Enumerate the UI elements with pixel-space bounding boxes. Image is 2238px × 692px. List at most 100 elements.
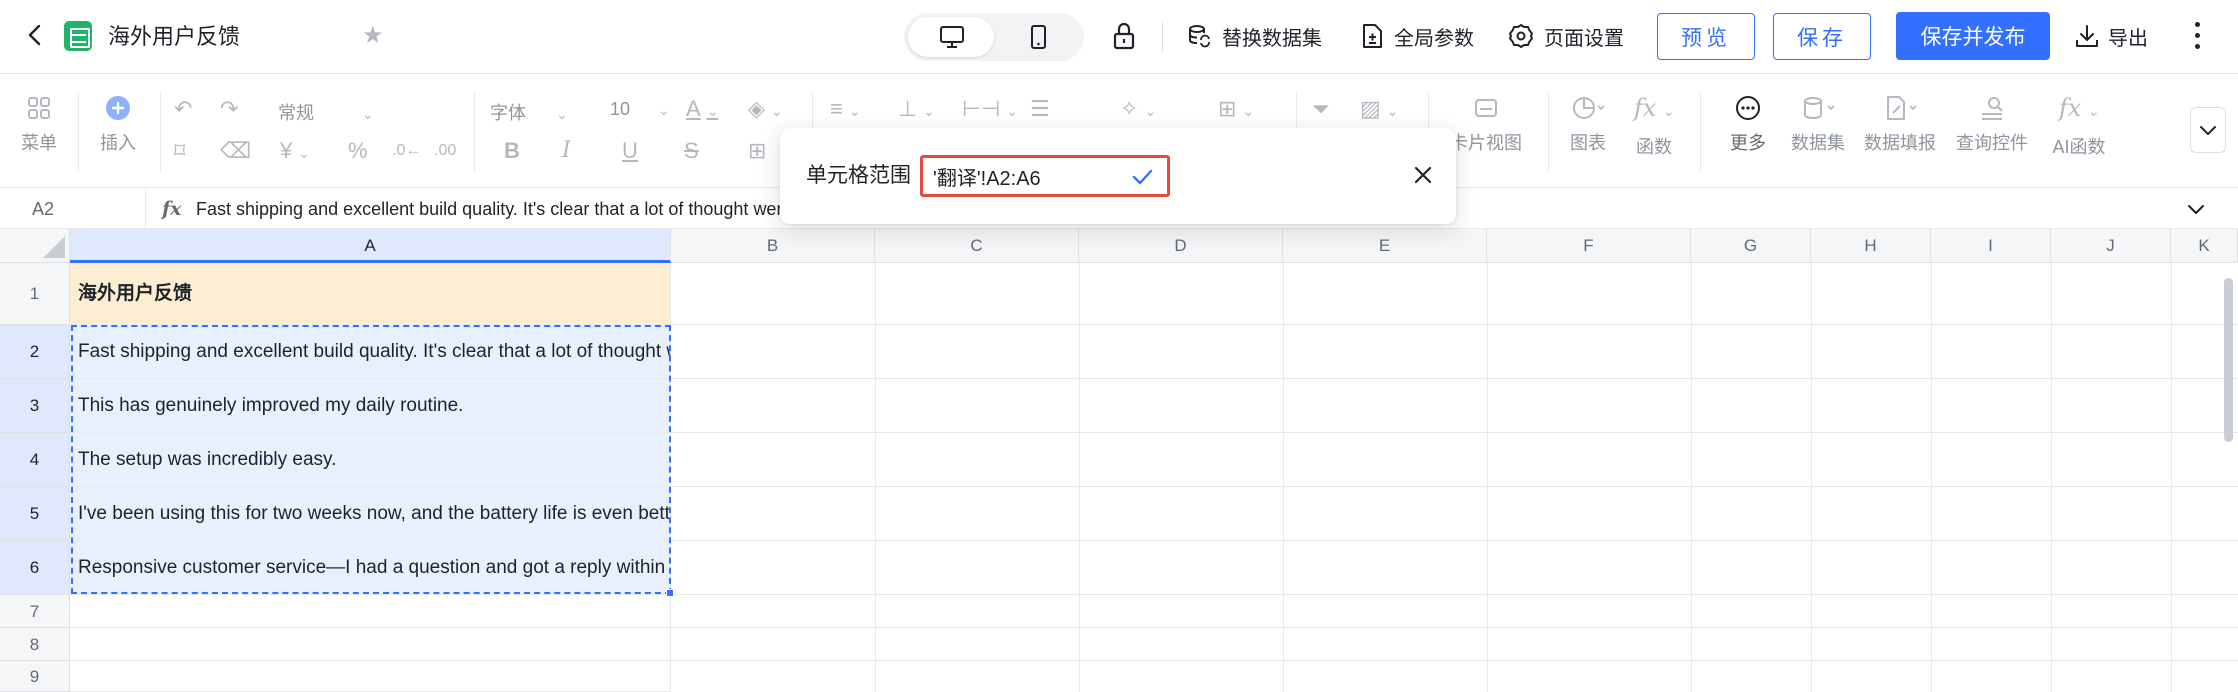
font-size-select[interactable]: 10 ⌄ bbox=[610, 99, 670, 120]
page-settings-button[interactable]: 页面设置 bbox=[1508, 18, 1624, 54]
bold-icon[interactable]: B bbox=[504, 137, 520, 165]
ribbon-divider bbox=[78, 93, 79, 171]
more-label: 更多 bbox=[1730, 133, 1766, 153]
ribbon-divider bbox=[160, 93, 161, 171]
desktop-icon bbox=[940, 26, 964, 48]
increase-decimal-icon[interactable]: .00 bbox=[434, 137, 456, 165]
align-middle-icon[interactable]: ⊥ ⌄ bbox=[898, 95, 935, 125]
spreadsheet-grid: A B C D E F G H I J K 1 2 3 4 5 6 7 8 9 … bbox=[0, 229, 2238, 692]
ai-function-button[interactable]: fx ⌄ AI函数 bbox=[2040, 95, 2118, 159]
align-left-icon[interactable]: ≡ ⌄ bbox=[830, 95, 861, 125]
chevron-down-icon[interactable] bbox=[2184, 197, 2208, 221]
chevron-down-icon: ⌄ bbox=[1006, 103, 1019, 119]
more-options-icon[interactable] bbox=[2186, 18, 2210, 54]
menu-button[interactable]: 菜单 bbox=[9, 95, 69, 155]
merge-cells-icon[interactable]: ⊢⊣ ⌄ bbox=[962, 95, 1018, 125]
filter-icon[interactable]: ⏷ bbox=[1312, 95, 1330, 123]
replace-dataset-label: 替换数据集 bbox=[1222, 27, 1322, 50]
format-painter-icon[interactable]: ⌑ bbox=[174, 137, 185, 165]
ribbon-divider bbox=[1548, 93, 1549, 171]
redo-icon[interactable]: ↷ bbox=[220, 95, 238, 123]
ribbon-collapse-button[interactable] bbox=[2190, 107, 2226, 153]
chevron-down-icon: ⌄ bbox=[770, 103, 783, 119]
eraser-icon[interactable]: ⌫ bbox=[220, 137, 251, 165]
chart-label: 图表 bbox=[1570, 133, 1606, 153]
cell-range-label: 单元格范围 bbox=[806, 164, 911, 187]
fill-handle[interactable] bbox=[666, 589, 674, 597]
chevron-down-icon: ⌄ bbox=[362, 106, 374, 122]
close-icon[interactable] bbox=[1410, 162, 1436, 188]
freeze-icon[interactable]: ▨ ⌄ bbox=[1360, 95, 1399, 125]
save-button[interactable]: 保存 bbox=[1773, 13, 1871, 60]
ai-function-label: AI函数 bbox=[2052, 137, 2106, 157]
lock-icon[interactable] bbox=[1106, 18, 1142, 54]
data-fill-icon bbox=[1887, 96, 1917, 120]
insert-label: 插入 bbox=[100, 133, 136, 153]
font-family-value: 字体 bbox=[490, 103, 526, 123]
query-control-icon bbox=[1982, 97, 2003, 120]
save-publish-button[interactable]: 保存并发布 bbox=[1896, 12, 2050, 60]
menu-label: 菜单 bbox=[21, 133, 57, 153]
page-settings-label: 页面设置 bbox=[1544, 27, 1624, 50]
cell-reference-box[interactable]: A2 bbox=[0, 189, 146, 229]
percent-icon[interactable]: % bbox=[348, 137, 368, 165]
insert-button[interactable]: 插入 bbox=[88, 95, 148, 155]
data-fill-button[interactable]: 数据填报 bbox=[1860, 95, 1940, 155]
chevron-down-icon: ⌄ bbox=[706, 103, 719, 119]
global-params-label: 全局参数 bbox=[1394, 27, 1474, 50]
border-icon[interactable]: ⊞ bbox=[748, 137, 766, 165]
font-family-select[interactable]: 字体 ⌄ bbox=[490, 99, 568, 125]
more-circle-icon bbox=[1736, 96, 1760, 120]
dataset-icon bbox=[1804, 97, 1835, 120]
device-toggle bbox=[904, 13, 1084, 61]
ai-fx-icon: fx ⌄ bbox=[2058, 94, 2100, 122]
document-title[interactable]: 海外用户反馈 bbox=[108, 22, 240, 52]
fill-color-icon[interactable]: ◈ ⌄ bbox=[748, 95, 783, 125]
wrap-text-icon[interactable]: ☰ bbox=[1030, 95, 1050, 123]
font-color-icon[interactable]: A ⌄ bbox=[686, 95, 718, 125]
chevron-down-icon: ⌄ bbox=[1144, 103, 1157, 119]
checkmark-icon[interactable] bbox=[1129, 164, 1155, 190]
replace-dataset-button[interactable]: 替换数据集 bbox=[1186, 18, 1322, 54]
menu-grid-icon bbox=[28, 97, 50, 119]
function-label: 函数 bbox=[1636, 137, 1672, 157]
font-size-value: 10 bbox=[610, 99, 631, 119]
decrease-decimal-icon[interactable]: .0← bbox=[392, 137, 421, 165]
currency-icon[interactable]: ¥ ⌄ bbox=[280, 137, 310, 167]
vertical-scrollbar[interactable] bbox=[2224, 278, 2233, 442]
back-icon[interactable] bbox=[20, 20, 50, 50]
chevron-down-icon bbox=[2200, 126, 2216, 135]
number-format-value: 常规 bbox=[278, 103, 314, 123]
desktop-view-button[interactable] bbox=[908, 17, 994, 57]
cell-range-input[interactable] bbox=[923, 158, 1117, 194]
plus-circle-icon bbox=[106, 96, 130, 120]
number-format-select[interactable]: 常规 ⌄ bbox=[278, 99, 374, 125]
top-bar: 海外用户反馈 ★ 替换数据集 全局参数 页面设置 预览 保存 保存并发布 导出 bbox=[0, 0, 2238, 74]
more-button[interactable]: 更多 bbox=[1718, 95, 1778, 155]
query-control-button[interactable]: 查询控件 bbox=[1952, 95, 2032, 155]
mobile-view-button[interactable] bbox=[994, 17, 1080, 57]
cell-range-popover: 单元格范围 bbox=[780, 128, 1456, 224]
export-button[interactable]: 导出 bbox=[2074, 18, 2148, 54]
card-view-icon bbox=[1475, 99, 1497, 117]
conditional-format-icon[interactable]: ✧ ⌄ bbox=[1120, 95, 1156, 125]
dataset-button[interactable]: 数据集 bbox=[1788, 95, 1848, 155]
underline-icon[interactable]: U bbox=[622, 137, 638, 165]
star-icon[interactable]: ★ bbox=[362, 21, 384, 51]
replace-dataset-icon bbox=[1189, 25, 1210, 48]
undo-icon[interactable]: ↶ bbox=[174, 95, 192, 123]
global-params-button[interactable]: 全局参数 bbox=[1360, 18, 1474, 54]
table-style-icon[interactable]: ⊞ ⌄ bbox=[1218, 95, 1254, 125]
chart-button[interactable]: 图表 bbox=[1558, 95, 1618, 155]
export-icon bbox=[2076, 25, 2098, 47]
toolbar-divider bbox=[1162, 22, 1163, 52]
italic-icon[interactable]: I bbox=[562, 137, 571, 165]
global-params-icon bbox=[1363, 24, 1382, 48]
strikethrough-icon[interactable]: S bbox=[684, 137, 699, 165]
function-button[interactable]: fx ⌄ 函数 bbox=[1624, 95, 1684, 159]
preview-button[interactable]: 预览 bbox=[1657, 13, 1755, 60]
chevron-down-icon: ⌄ bbox=[556, 106, 568, 122]
chevron-down-icon: ⌄ bbox=[923, 103, 935, 119]
ribbon-divider bbox=[1700, 93, 1701, 171]
spreadsheet-app-icon bbox=[64, 21, 92, 51]
